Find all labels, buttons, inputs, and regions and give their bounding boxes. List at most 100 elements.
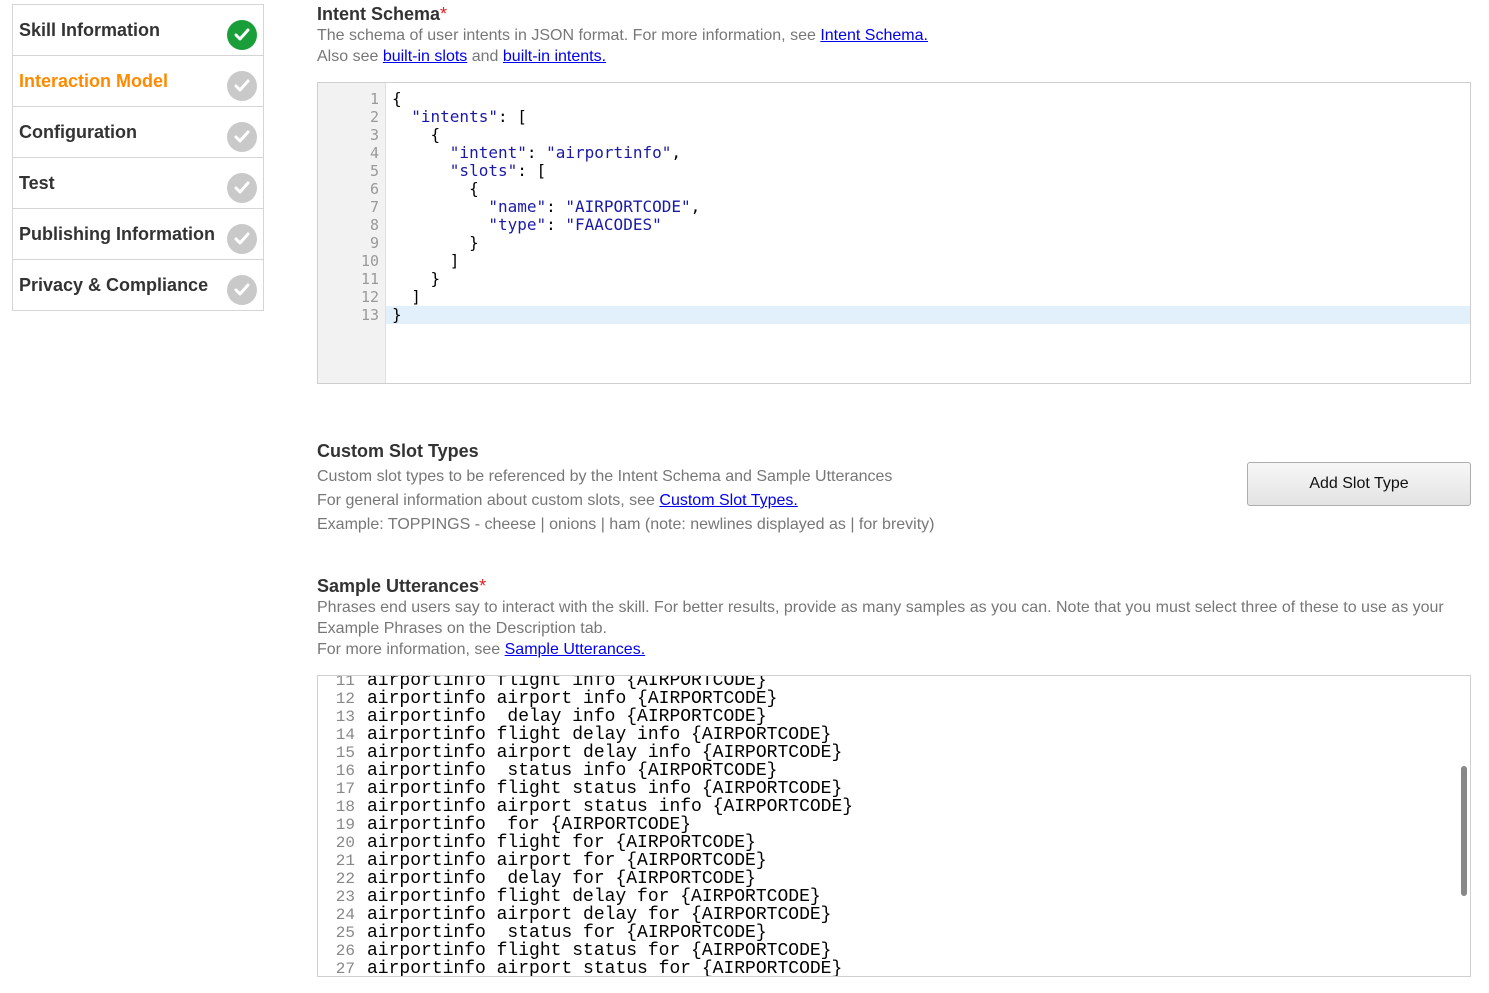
line-number: 13 <box>360 306 379 324</box>
utterance-text: airportinfo delay for {AIRPORTCODE} <box>367 869 756 889</box>
utterance-text: airportinfo airport status for {AIRPORTC… <box>367 959 843 977</box>
sample-utterances-title: Sample Utterances* <box>317 576 487 596</box>
utterance-line: 23 airportinfo flight delay for {AIRPORTC… <box>318 888 1470 906</box>
line-number: 25 <box>335 924 355 942</box>
utterance-text: airportinfo flight delay for {AIRPORTCOD… <box>367 887 821 907</box>
utterance-line: 17 airportinfo flight status info {AIRPOR… <box>318 780 1470 798</box>
sidebar-item-label: Test <box>19 173 55 193</box>
line-number: 18 <box>335 798 355 816</box>
line-number: 6 <box>369 180 379 198</box>
line-number: 5 <box>369 162 379 180</box>
required-mark: * <box>479 576 487 596</box>
checkmark-icon <box>227 173 257 203</box>
utterance-text: airportinfo airport for {AIRPORTCODE} <box>367 851 767 871</box>
sample-utterances-help: Phrases end users say to interact with t… <box>317 599 1444 658</box>
line-number: 7 <box>369 198 379 216</box>
utterance-line: 14 airportinfo flight delay info {AIRPORT… <box>318 726 1470 744</box>
custom-slot-types-help: Custom slot types to be referenced by th… <box>317 468 935 533</box>
code-line: 7 "name": "AIRPORTCODE", <box>318 197 1470 217</box>
code-text: } <box>392 305 402 324</box>
code-text: ] <box>392 251 460 270</box>
line-number: 2 <box>369 108 379 126</box>
intent-schema-editor[interactable]: 1{2 "intents": [3 {4 "intent": "airporti… <box>317 82 1471 384</box>
add-slot-type-button[interactable]: Add Slot Type <box>1247 462 1471 506</box>
line-number: 4 <box>369 144 379 162</box>
utterance-line: 11 airportinfo flight info {AIRPORTCODE} <box>318 675 1470 691</box>
built-in-slots-link[interactable]: built-in slots <box>383 48 467 65</box>
sidebar-item-configuration[interactable]: Configuration <box>13 107 263 158</box>
sidebar-item-label: Skill Information <box>19 20 161 40</box>
required-mark: * <box>440 4 448 24</box>
line-number: 27 <box>335 960 355 977</box>
sidebar-item-skill-information[interactable]: Skill Information <box>13 5 263 56</box>
line-number: 3 <box>369 126 379 144</box>
intent-schema-link[interactable]: Intent Schema. <box>820 27 928 44</box>
code-line: 5 "slots": [ <box>318 162 1470 181</box>
line-number: 13 <box>335 708 355 726</box>
sidebar-item-privacy-compliance[interactable]: Privacy & Compliance <box>13 260 263 311</box>
wizard-sidebar: Skill Information Interaction Model Config… <box>12 4 264 311</box>
code-text: { <box>392 89 402 108</box>
utterance-line: 26 airportinfo flight status for {AIRPORT… <box>318 942 1470 960</box>
sidebar-item-interaction-model[interactable]: Interaction Model <box>13 56 263 107</box>
code-line: 6 { <box>318 179 1470 199</box>
line-number: 11 <box>360 270 379 288</box>
line-number: 22 <box>335 870 355 888</box>
code-text: "intents": [ <box>411 107 527 126</box>
checkmark-icon <box>227 224 257 254</box>
utterance-line: 15 airportinfo airport delay info {AIRPOR… <box>318 744 1470 762</box>
line-number: 8 <box>369 216 379 234</box>
line-number: 19 <box>335 816 355 834</box>
code-text: "name": "AIRPORTCODE", <box>488 197 701 216</box>
code-text: } <box>392 233 479 252</box>
line-number: 21 <box>335 852 355 870</box>
sidebar-item-test[interactable]: Test <box>13 158 263 209</box>
line-number: 20 <box>335 834 355 852</box>
utterance-text: airportinfo airport info {AIRPORTCODE} <box>367 689 778 709</box>
code-text: "intent": "airportinfo", <box>449 143 681 162</box>
utterance-line: 13 airportinfo delay info {AIRPORTCODE} <box>318 708 1470 726</box>
line-number: 26 <box>335 942 355 960</box>
utterance-text: airportinfo flight status info {AIRPORTC… <box>367 779 843 799</box>
line-number: 1 <box>369 90 379 108</box>
utterance-line: 12 airportinfo airport info {AIRPORTCODE} <box>318 690 1470 708</box>
code-line: 8 "type": "FAACODES" <box>318 216 1470 235</box>
code-line: 13} <box>318 305 1470 325</box>
utterance-text: airportinfo flight status for {AIRPORTCO… <box>367 941 832 961</box>
line-number: 10 <box>360 252 379 270</box>
line-number: 9 <box>369 234 379 252</box>
line-number: 15 <box>335 744 355 762</box>
line-number: 12 <box>360 288 379 306</box>
utterance-text: airportinfo delay info {AIRPORTCODE} <box>367 707 767 727</box>
code-line: 11 } <box>318 270 1470 289</box>
utterance-line: 20 airportinfo flight for {AIRPORTCODE} <box>318 834 1470 852</box>
utterance-line: 24 airportinfo airport delay for {AIRPORT… <box>318 906 1470 924</box>
sample-utterances-editor[interactable]: 11 airportinfo flight info {AIRPORTCODE} 1… <box>317 675 1471 977</box>
custom-slot-types-link[interactable]: Custom Slot Types. <box>659 492 797 509</box>
utterance-line: 22 airportinfo delay for {AIRPORTCODE} <box>318 870 1470 888</box>
utterance-line: 18 airportinfo airport status info {AIRPO… <box>318 798 1470 816</box>
code-text: { <box>392 179 479 198</box>
utterance-line: 25 airportinfo status for {AIRPORTCODE} <box>318 924 1470 942</box>
line-number: 24 <box>335 906 355 924</box>
utterance-text: airportinfo flight delay info {AIRPORTCO… <box>367 725 832 745</box>
line-number: 17 <box>335 780 355 798</box>
code-line: 1{ <box>318 89 1470 109</box>
built-in-intents-link[interactable]: built-in intents. <box>503 48 606 65</box>
sidebar-item-label: Configuration <box>19 122 137 142</box>
utterance-line: 21 airportinfo airport for {AIRPORTCODE} <box>318 852 1470 870</box>
sample-utterances-link[interactable]: Sample Utterances. <box>505 641 646 658</box>
checkmark-icon <box>227 20 257 50</box>
checkmark-icon <box>227 122 257 152</box>
line-number: 16 <box>335 762 355 780</box>
code-line: 2 "intents": [ <box>318 107 1470 127</box>
line-number: 23 <box>335 888 355 906</box>
utterance-text: airportinfo flight info {AIRPORTCODE} <box>367 675 767 691</box>
utterance-line: 27 airportinfo airport status for {AIRPOR… <box>318 959 1470 977</box>
utterance-text: airportinfo flight for {AIRPORTCODE} <box>367 833 756 853</box>
intent-schema-help: The schema of user intents in JSON forma… <box>317 27 928 65</box>
line-number: 14 <box>335 726 355 744</box>
sidebar-item-publishing-information[interactable]: Publishing Information <box>13 209 263 260</box>
utterance-text: airportinfo airport delay for {AIRPORTCO… <box>367 905 832 925</box>
code-line: 12 ] <box>318 288 1470 307</box>
